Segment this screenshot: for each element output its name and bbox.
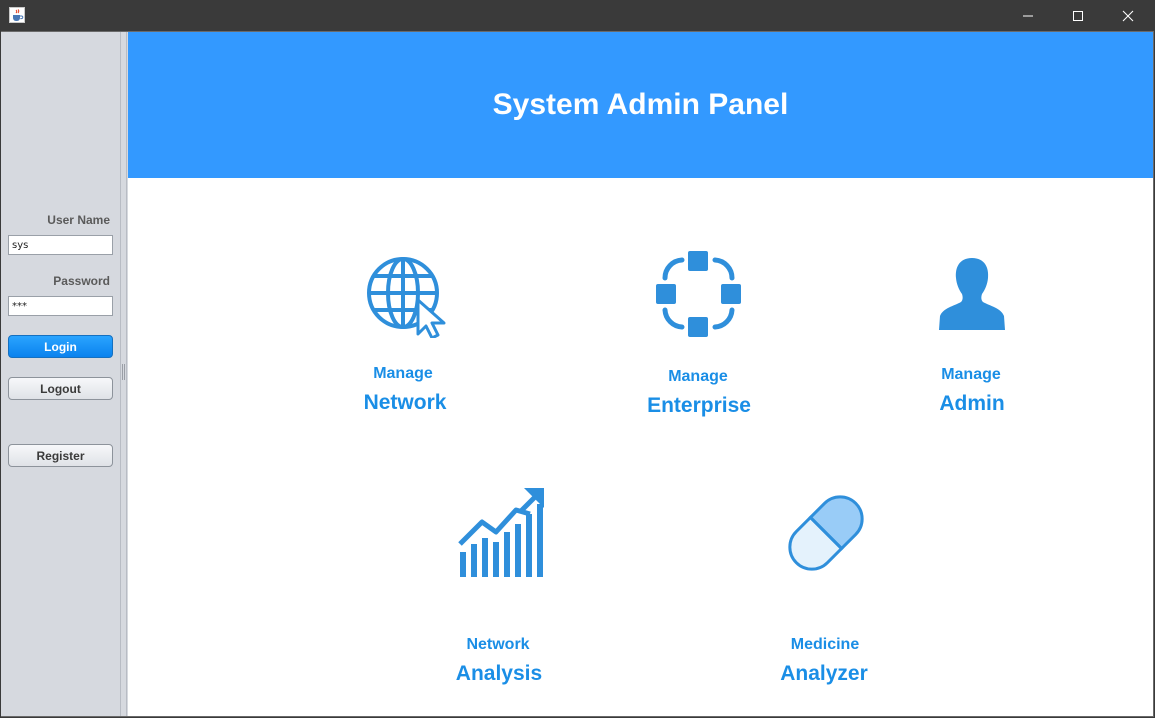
tile-label-line1: Manage xyxy=(941,366,1001,383)
maximize-icon xyxy=(1073,10,1083,21)
login-panel xyxy=(1,32,120,716)
password-label: Password xyxy=(53,274,110,288)
tile-label-line1: Manage xyxy=(373,365,433,382)
tile-label-line1: Medicine xyxy=(790,636,860,653)
username-field[interactable] xyxy=(8,235,113,255)
network-nodes-icon xyxy=(656,251,741,337)
admin-work-area: System Admin Panel Manage Network Manage… xyxy=(128,32,1153,716)
tile-label-line2: Analysis xyxy=(455,662,543,685)
manage-admin-tile[interactable]: Manage Admin xyxy=(871,247,1071,422)
login-button[interactable]: Login xyxy=(8,335,113,358)
user-icon xyxy=(939,258,1005,330)
medicine-analyzer-tile[interactable]: Medicine Analyzer xyxy=(725,482,925,685)
maximize-button[interactable] xyxy=(1055,0,1101,31)
register-button[interactable]: Register xyxy=(8,444,113,467)
close-icon xyxy=(1122,10,1134,21)
tile-label-line2: Admin xyxy=(939,392,1005,415)
manage-enterprise-tile[interactable]: Manage Enterprise xyxy=(598,247,798,422)
globe-cursor-icon xyxy=(367,257,446,338)
title-bar xyxy=(0,0,1155,31)
java-cup-icon xyxy=(9,7,25,23)
manage-network-tile[interactable]: Manage Network xyxy=(303,247,503,422)
tile-label-line1: Manage xyxy=(668,368,728,385)
close-button[interactable] xyxy=(1105,0,1151,31)
tile-label-line2: Analyzer xyxy=(780,662,868,685)
minimize-icon xyxy=(1023,15,1033,16)
tile-label-line1: Network xyxy=(466,636,530,653)
username-label: User Name xyxy=(47,213,110,227)
network-analysis-tile[interactable]: Network Analysis xyxy=(398,482,598,685)
divider-grip[interactable] xyxy=(122,364,125,380)
logout-button[interactable]: Logout xyxy=(8,377,113,400)
capsule-icon xyxy=(788,495,864,571)
page-title: System Admin Panel xyxy=(492,88,789,121)
password-field[interactable] xyxy=(8,296,113,316)
minimize-button[interactable] xyxy=(1005,0,1051,31)
growth-chart-icon xyxy=(458,488,544,577)
panel-header: System Admin Panel xyxy=(128,32,1153,178)
tile-label-line2: Network xyxy=(363,391,447,414)
tile-label-line2: Enterprise xyxy=(647,394,751,417)
